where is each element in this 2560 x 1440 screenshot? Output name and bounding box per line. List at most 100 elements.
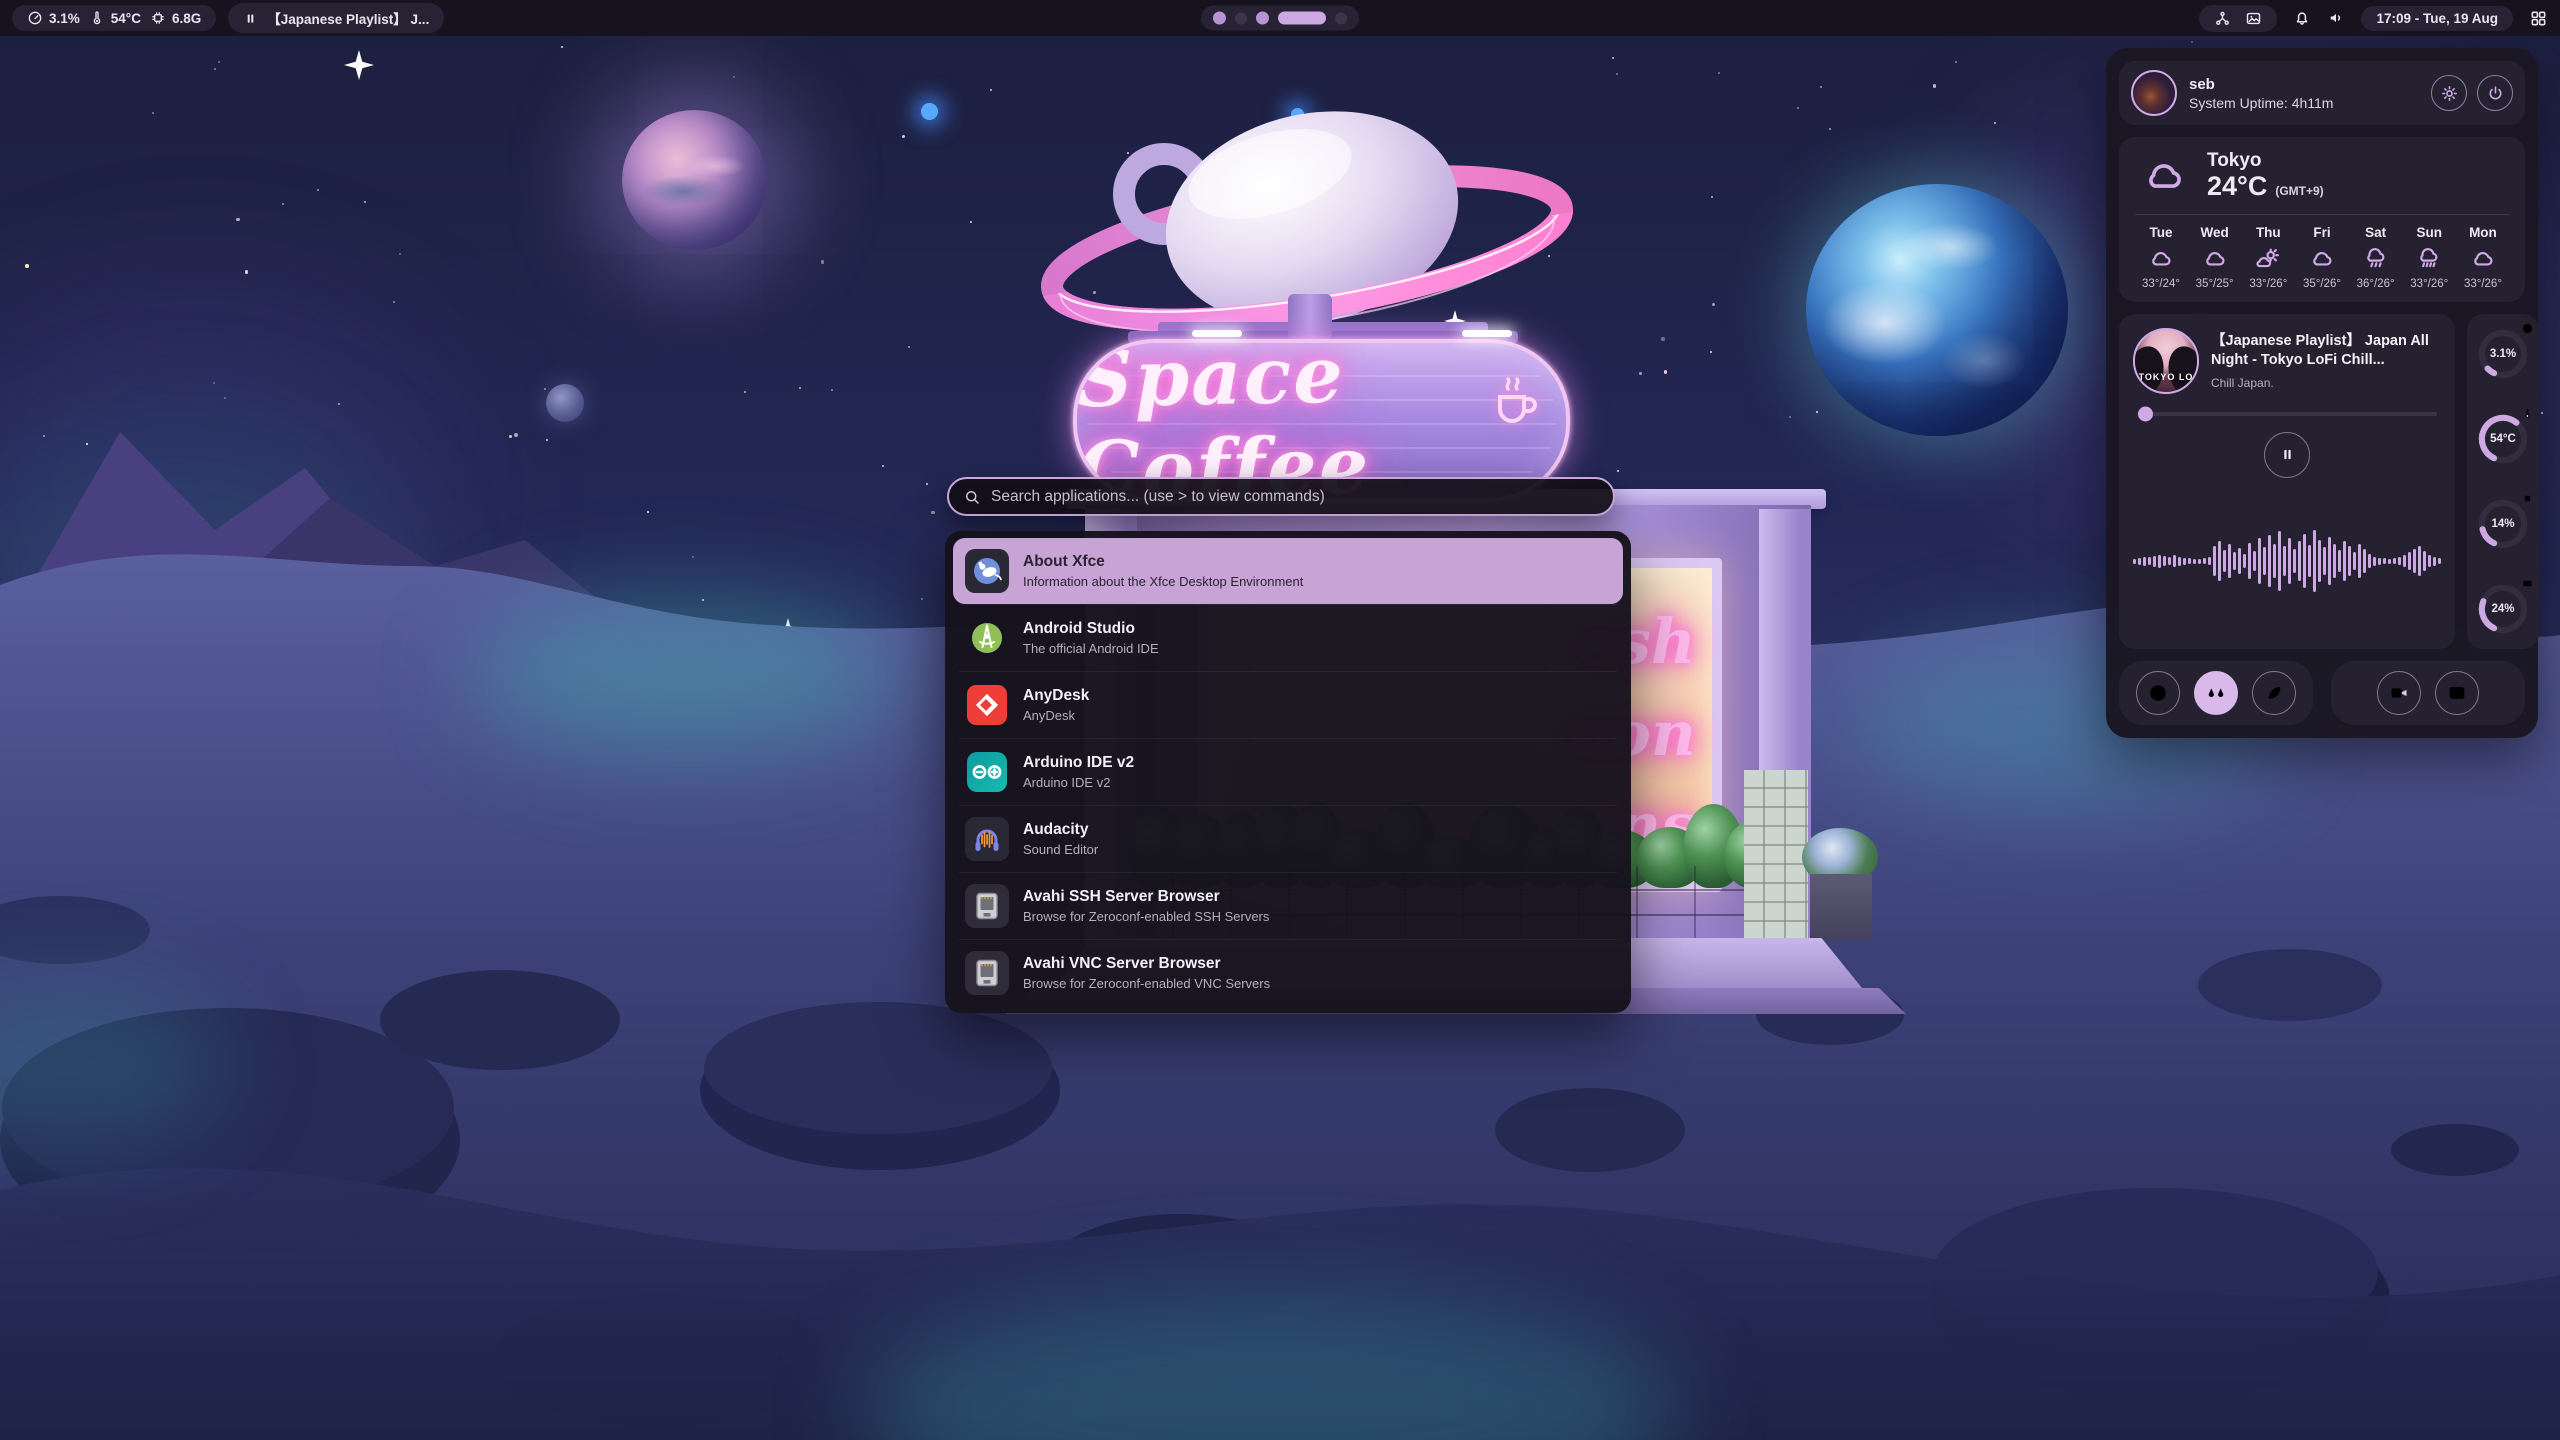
workspace-dot-1[interactable] — [1213, 12, 1226, 25]
waveform-bar — [2178, 557, 2181, 566]
cloud-icon — [2309, 246, 2335, 272]
app-description: The official Android IDE — [1023, 641, 1159, 656]
workspace-indicator[interactable] — [1201, 6, 1359, 31]
waveform-bar — [2363, 549, 2366, 573]
mode-leaf-button[interactable] — [2252, 671, 2296, 715]
waveform-bar — [2338, 550, 2341, 572]
arduino-app-icon — [965, 750, 1009, 794]
waveform-bar — [2318, 540, 2321, 582]
desktop: esh oon ans — [0, 0, 2560, 1440]
sign-coffee-cup-icon — [1486, 367, 1540, 427]
waveform-bar — [2388, 559, 2391, 564]
waveform-bar — [2323, 547, 2326, 575]
avatar[interactable] — [2131, 70, 2177, 116]
waveform-bar — [2203, 558, 2206, 564]
waveform-bar — [2248, 543, 2251, 579]
waveform-bar — [2228, 544, 2231, 578]
app-list-item[interactable]: About XfceInformation about the Xfce Des… — [953, 538, 1623, 604]
waveform-bar — [2438, 558, 2441, 564]
app-description: Browse for Zeroconf-enabled VNC Servers — [1023, 976, 1270, 991]
tiled-column — [1744, 770, 1808, 956]
media-pill[interactable]: 【Japanese Playlist】 J... — [228, 3, 444, 33]
workspace-dot-4[interactable] — [1278, 12, 1326, 25]
waveform-bar — [2308, 545, 2311, 577]
waveform-bar — [2348, 546, 2351, 576]
waveform-bar — [2423, 551, 2426, 571]
mode-scales-button[interactable] — [2194, 671, 2238, 715]
gauge-disk: 24% — [2473, 579, 2533, 639]
weather-cloud-icon — [2135, 154, 2193, 198]
system-stats-pill[interactable]: 3.1%54°C6.8G — [12, 5, 216, 31]
app-name: Avahi SSH Server Browser — [1023, 888, 1269, 906]
capture-card — [2331, 661, 2525, 725]
waveform-bar — [2408, 552, 2411, 570]
flower-pot — [1810, 874, 1872, 940]
network-icon[interactable] — [2214, 10, 2231, 27]
workspace-dot-3[interactable] — [1256, 12, 1269, 25]
weather-card: Tokyo 24°C (GMT+9) Tue33°/24°Wed35°/25°T… — [2119, 137, 2525, 302]
workspace-dot-5[interactable] — [1335, 12, 1347, 24]
pause-icon — [243, 11, 258, 26]
waveform-bar — [2183, 558, 2186, 565]
power-mode-card — [2119, 661, 2313, 725]
album-art[interactable]: TOKYO LO — [2133, 328, 2199, 394]
progress-handle[interactable] — [2138, 406, 2153, 421]
waveform-bar — [2243, 554, 2246, 568]
app-list-item[interactable]: Avahi VNC Server Browser Browse for Zeroc… — [953, 940, 1623, 1006]
waveform-bar — [2353, 552, 2356, 570]
pause-icon — [2279, 446, 2296, 463]
anydesk-app-icon — [965, 683, 1009, 727]
app-name: AnyDesk — [1023, 687, 1089, 705]
search-icon — [963, 488, 981, 506]
weather-temp: 24°C — [2207, 172, 2267, 202]
app-list-item[interactable]: Android StudioThe official Android IDE — [953, 605, 1623, 671]
bell-icon[interactable] — [2293, 9, 2311, 27]
weather-city: Tokyo — [2207, 151, 2324, 172]
avahi-app-icon — [965, 951, 1009, 995]
waveform-bar — [2233, 552, 2236, 570]
search-input[interactable] — [991, 488, 1599, 506]
gear-icon — [2440, 84, 2459, 103]
waveform-bar — [2218, 541, 2221, 581]
waveform-bar — [2303, 534, 2306, 588]
progress-bar[interactable] — [2137, 412, 2437, 416]
launcher-search-bar[interactable] — [947, 477, 1615, 516]
clock-label: 17:09 - Tue, 19 Aug — [2376, 11, 2498, 26]
waveform-bar — [2158, 555, 2161, 568]
app-name: About Xfce — [1023, 553, 1303, 571]
waveform-bar — [2278, 531, 2281, 591]
chip-icon — [150, 10, 166, 26]
media-pill-label: 【Japanese Playlist】 J... — [267, 8, 429, 28]
app-name: Avahi VNC Server Browser — [1023, 955, 1270, 973]
volume-icon[interactable] — [2327, 9, 2345, 27]
app-list-item[interactable]: Arduino IDE v2Arduino IDE v2 — [953, 739, 1623, 805]
stat-thermometer: 54°C — [89, 10, 141, 26]
waveform-bar — [2188, 558, 2191, 564]
forecast-day-fri: Fri35°/26° — [2296, 225, 2348, 290]
waveform-bar — [2433, 557, 2436, 566]
forecast-row: Tue33°/24°Wed35°/25°Thu33°/26°Fri35°/26°… — [2135, 225, 2509, 290]
settings-button[interactable] — [2431, 75, 2467, 111]
app-list-item[interactable]: Avahi SSH Server BrowserBrowse for Zeroc… — [953, 873, 1623, 939]
capture-screenshot-button[interactable] — [2435, 671, 2479, 715]
app-list-item[interactable]: AnyDeskAnyDesk — [953, 672, 1623, 738]
apps-grid-icon[interactable] — [2529, 9, 2548, 28]
waveform-bar — [2198, 559, 2201, 564]
waveform-bar — [2378, 558, 2381, 565]
clock-pill[interactable]: 17:09 - Tue, 19 Aug — [2361, 6, 2513, 31]
waveform-bar — [2283, 546, 2286, 576]
wallpaper-icon[interactable] — [2245, 10, 2262, 27]
waveform-bar — [2333, 544, 2336, 578]
power-button[interactable] — [2477, 75, 2513, 111]
mode-speedometer-button[interactable] — [2136, 671, 2180, 715]
app-list-item[interactable]: AudacitySound Editor — [953, 806, 1623, 872]
speedometer-icon — [27, 10, 43, 26]
workspace-dot-2[interactable] — [1235, 12, 1247, 24]
divider — [2135, 214, 2509, 215]
power-icon — [2486, 84, 2505, 103]
stat-chip: 6.8G — [150, 10, 201, 26]
waveform-bar — [2193, 559, 2196, 564]
play-pause-button[interactable] — [2264, 432, 2310, 478]
system-tray-pill[interactable] — [2199, 5, 2277, 32]
capture-video-button[interactable] — [2377, 671, 2421, 715]
